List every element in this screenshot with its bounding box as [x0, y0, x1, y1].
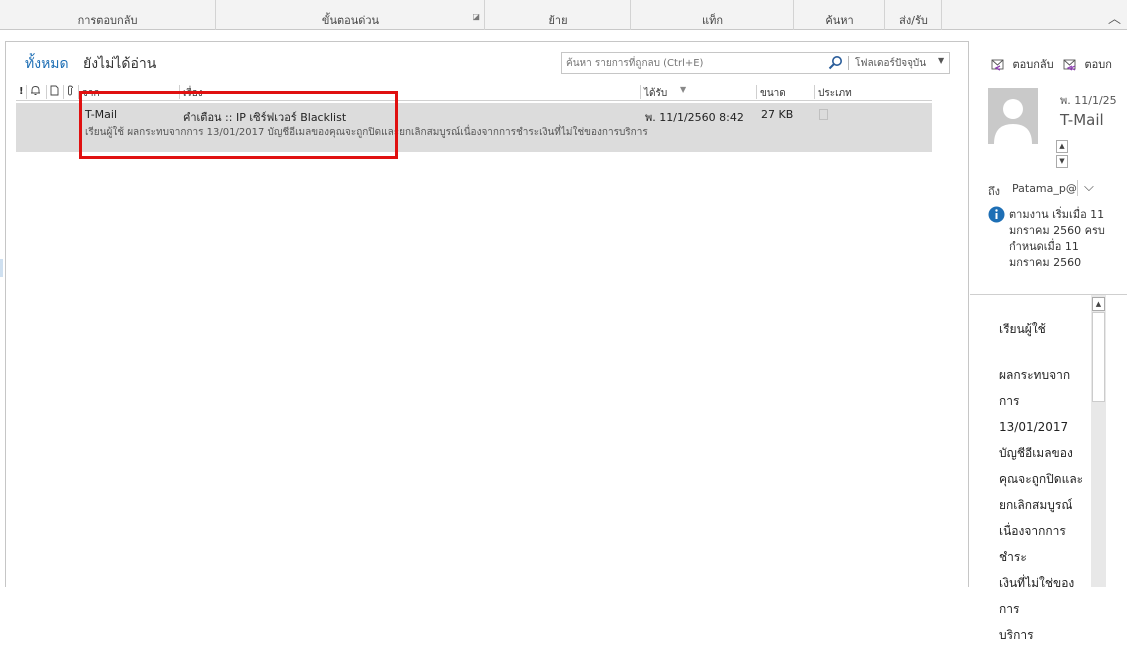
- reply-all-icon: [1062, 58, 1085, 71]
- document-icon[interactable]: [50, 85, 59, 99]
- ribbon-group-label: ขั้นตอนด่วน: [321, 14, 380, 27]
- ribbon-group-send-receive: ส่ง/รับ: [886, 0, 942, 30]
- reply-label: ตอบกลับ: [1012, 58, 1054, 71]
- search-icon[interactable]: [828, 55, 843, 73]
- body-line: ผลกระทบจาก: [999, 368, 1071, 382]
- scroll-up-icon[interactable]: ▲: [1092, 297, 1105, 311]
- paperclip-icon[interactable]: [66, 85, 74, 99]
- search-input[interactable]: [566, 55, 821, 71]
- to-label: ถึง: [988, 185, 1001, 198]
- column-divider: [756, 85, 757, 99]
- search-separator: [848, 56, 849, 70]
- dialog-launcher-icon[interactable]: ◪: [472, 12, 480, 21]
- dropdown-arrow-icon[interactable]: ▼: [938, 56, 944, 65]
- recipient-separator: [1077, 180, 1078, 196]
- importance-column[interactable]: !: [19, 86, 24, 97]
- bell-icon[interactable]: [30, 85, 41, 99]
- body-line: บริการ: [999, 628, 1034, 642]
- search-scope-label[interactable]: โฟลเดอร์ปัจจุบัน: [855, 56, 926, 71]
- body-line: บัญชีอีเมลของ: [999, 446, 1073, 460]
- column-divider: [814, 85, 815, 99]
- ribbon-group-label: การตอบกลับ: [77, 14, 138, 27]
- info-icon: [988, 206, 1005, 227]
- ribbon-group-tags: แท็ก: [632, 0, 794, 30]
- body-line: เรียนผู้ใช้: [999, 322, 1046, 336]
- to-recipient[interactable]: Patama_p@: [1012, 182, 1077, 195]
- scrollbar-thumb[interactable]: [1092, 312, 1105, 402]
- ribbon-group-quick-steps: ขั้นตอนด่วน ◪: [217, 0, 485, 30]
- sender-name[interactable]: T-Mail: [1060, 111, 1104, 129]
- message-date: พ. 11/1/25: [1060, 94, 1117, 107]
- message-size: 27 KB: [761, 108, 794, 121]
- message-received: พ. 11/1/2560 8:42: [645, 111, 744, 124]
- body-line: 13/01/2017: [999, 420, 1069, 434]
- reply-icon: [990, 58, 1013, 71]
- body-line: การ: [999, 394, 1020, 408]
- received-column[interactable]: ได้รับ: [644, 86, 667, 101]
- scroll-down-icon[interactable]: ▼: [1056, 155, 1068, 168]
- column-divider: [46, 85, 47, 99]
- search-box[interactable]: โฟลเดอร์ปัจจุบัน ▼: [561, 52, 950, 74]
- filter-unread-tab[interactable]: ยังไม่ได้อ่าน: [83, 53, 156, 75]
- column-divider: [640, 85, 641, 99]
- column-divider: [63, 85, 64, 99]
- sort-desc-icon[interactable]: ▼: [680, 85, 686, 94]
- category-box[interactable]: [819, 109, 828, 120]
- ribbon-group-label: ค้นหา: [825, 14, 854, 27]
- filter-all-tab[interactable]: ทั้งหมด: [25, 53, 69, 75]
- highlight-annotation-box: [79, 91, 398, 159]
- reading-pane-scrollbar[interactable]: ▲: [1091, 295, 1106, 587]
- size-column[interactable]: ขนาด: [760, 86, 786, 101]
- ribbon-group-respond: การตอบกลับ: [0, 0, 216, 30]
- category-column[interactable]: ประเภท: [818, 86, 852, 101]
- collapse-ribbon-icon[interactable]: ︿: [1108, 8, 1121, 27]
- ribbon-group-bar: การตอบกลับ ขั้นตอนด่วน ◪ ย้าย แท็ก ค้นหา…: [0, 0, 1127, 30]
- followup-info: ตามงาน เริ่มเมื่อ 11 มกราคม 2560 ครบกำหน…: [1009, 208, 1105, 269]
- ribbon-group-label: ย้าย: [548, 14, 568, 27]
- ribbon-group-move: ย้าย: [486, 0, 631, 30]
- body-line: เงินที่ไม่ใช่ของการ: [999, 576, 1075, 616]
- reply-button[interactable]: ตอบกลับ: [990, 55, 1054, 73]
- ribbon-spacer: [0, 31, 1127, 41]
- body-line: ยกเลิกสมบูรณ์: [999, 498, 1073, 512]
- body-line: คุณจะถูกปิดและ: [999, 472, 1084, 486]
- person-avatar-icon: [988, 88, 1038, 144]
- chevron-down-icon[interactable]: ⌵: [1084, 180, 1094, 195]
- reply-all-button[interactable]: ตอบก: [1062, 55, 1112, 73]
- reading-pane: ตอบกลับ ตอบก พ. 11/1/25 T-Mail ▲ ▼ ถึง P…: [970, 41, 1127, 642]
- folder-pane-edge: [0, 259, 3, 277]
- body-line: เนื่องจากการชำระ: [999, 524, 1066, 564]
- column-divider: [26, 85, 27, 99]
- message-body: เรียนผู้ใช้ ผลกระทบจาก การ 13/01/2017 บั…: [999, 316, 1091, 648]
- sender-spinner[interactable]: ▲ ▼: [1056, 140, 1068, 168]
- scroll-up-icon[interactable]: ▲: [1056, 140, 1068, 153]
- ribbon-group-label: ส่ง/รับ: [899, 14, 928, 27]
- reply-all-label: ตอบก: [1084, 58, 1112, 71]
- ribbon-group-label: แท็ก: [701, 14, 723, 27]
- ribbon-group-find: ค้นหา: [795, 0, 885, 30]
